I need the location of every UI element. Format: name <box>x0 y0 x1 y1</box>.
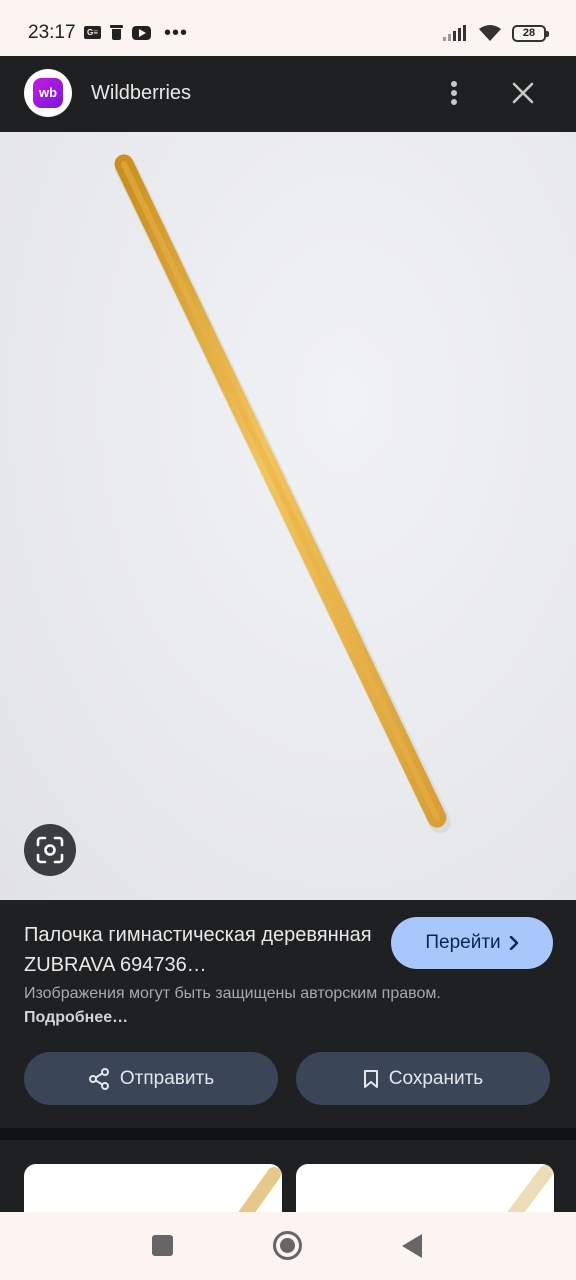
back-button[interactable] <box>402 1234 422 1258</box>
result-title[interactable]: Палочка гимнастическая деревянная ZUBRAV… <box>24 920 374 980</box>
learn-more-link[interactable]: Подробнее… <box>24 1009 128 1026</box>
share-icon <box>88 1067 109 1090</box>
related-results <box>0 1140 576 1212</box>
related-thumbnail[interactable] <box>24 1164 282 1212</box>
status-time: 23:17 <box>28 22 76 43</box>
home-button[interactable] <box>273 1231 302 1260</box>
site-name[interactable]: Wildberries <box>91 82 191 105</box>
signal-icon <box>443 25 466 41</box>
trash-icon <box>110 25 123 40</box>
related-image <box>507 1165 553 1212</box>
notification-icons: G≡ ••• <box>84 21 189 44</box>
notification-overflow: ••• <box>164 21 189 44</box>
site-logo[interactable]: wb <box>24 69 72 117</box>
wifi-icon <box>479 25 501 41</box>
ge-badge-icon: G≡ <box>84 26 101 39</box>
youtube-icon <box>132 25 151 40</box>
status-bar: 23:17 G≡ ••• 28 <box>0 0 576 56</box>
bookmark-icon <box>363 1069 378 1088</box>
share-button[interactable]: Отправить <box>24 1052 278 1105</box>
google-lens-button[interactable] <box>24 824 76 876</box>
system-nav-bar <box>0 1212 576 1280</box>
image-preview[interactable] <box>0 132 576 900</box>
copyright-notice: Изображения могут быть защищены авторски… <box>24 982 444 1030</box>
wildberries-logo-icon: wb <box>33 78 63 108</box>
more-options-button[interactable] <box>440 76 468 110</box>
copyright-text: Изображения могут быть защищены авторски… <box>24 985 441 1002</box>
visit-button[interactable]: Перейти <box>391 917 553 969</box>
result-info-panel: Палочка гимнастическая деревянная ZUBRAV… <box>0 900 576 1128</box>
lens-search-icon <box>36 836 64 864</box>
save-button[interactable]: Сохранить <box>296 1052 550 1105</box>
share-label: Отправить <box>119 1067 215 1089</box>
viewer-header: wb Wildberries <box>0 56 576 132</box>
chevron-right-icon <box>509 936 518 950</box>
battery-icon: 28 <box>512 24 549 42</box>
close-button[interactable] <box>506 76 540 110</box>
related-thumbnail[interactable] <box>296 1164 554 1212</box>
section-divider <box>0 1128 576 1140</box>
save-label: Сохранить <box>388 1067 484 1089</box>
recents-button[interactable] <box>152 1235 173 1256</box>
product-image <box>114 154 451 833</box>
more-vert-icon <box>451 81 457 105</box>
close-icon <box>512 82 534 104</box>
visit-label: Перейти <box>425 932 501 953</box>
related-image <box>238 1167 281 1212</box>
system-icons: 28 <box>442 24 549 42</box>
